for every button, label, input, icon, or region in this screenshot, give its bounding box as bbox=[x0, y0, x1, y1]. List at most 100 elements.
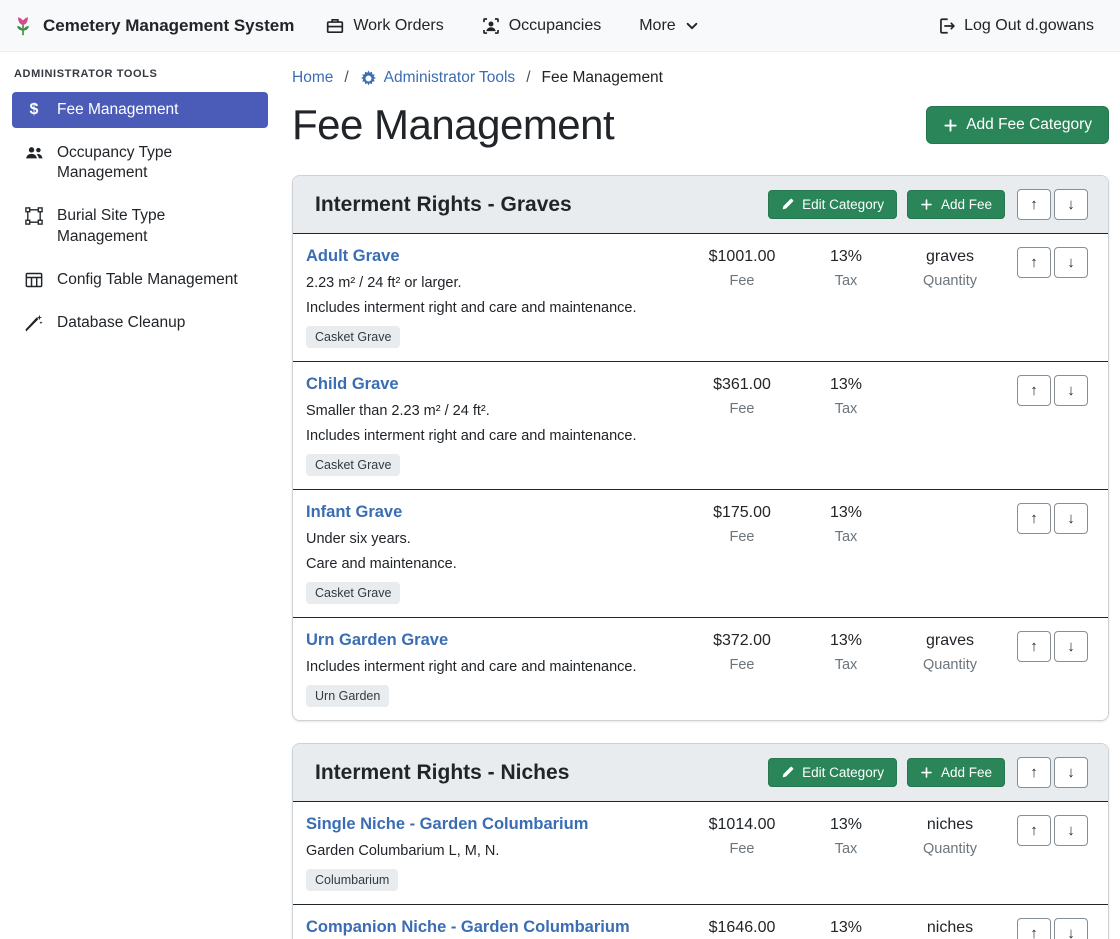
fee-quantity-col: niches Quantity bbox=[898, 916, 1002, 939]
move-category-down-button[interactable]: ↓ bbox=[1054, 189, 1088, 220]
move-fee-down-button[interactable]: ↓ bbox=[1054, 247, 1088, 278]
fee-quantity-col: graves Quantity bbox=[898, 245, 1002, 348]
logout-icon bbox=[937, 17, 955, 35]
wand-icon bbox=[23, 314, 45, 332]
move-fee-down-button[interactable]: ↓ bbox=[1054, 503, 1088, 534]
fee-name-link[interactable]: Child Grave bbox=[306, 375, 399, 394]
fee-description: Care and maintenance. bbox=[306, 556, 682, 572]
move-fee-down-button[interactable]: ↓ bbox=[1054, 918, 1088, 939]
fee-amount: $1001.00 bbox=[690, 248, 794, 266]
fee-reorder-controls: ↑ ↓ bbox=[1002, 245, 1088, 348]
app-title: Cemetery Management System bbox=[43, 16, 294, 36]
move-category-up-button[interactable]: ↑ bbox=[1017, 757, 1051, 788]
fee-row: Infant Grave Under six years. Care and ma… bbox=[293, 489, 1108, 617]
fee-descriptions: Includes interment right and care and ma… bbox=[306, 659, 682, 675]
fee-reorder-controls: ↑ ↓ bbox=[1002, 629, 1088, 707]
move-fee-up-button[interactable]: ↑ bbox=[1017, 631, 1051, 662]
logout-button[interactable]: Log Out d.gowans bbox=[937, 17, 1094, 35]
nav-more-label: More bbox=[639, 17, 675, 35]
fee-row: Single Niche - Garden Columbarium Garden… bbox=[293, 802, 1108, 904]
fee-tag: Columbarium bbox=[306, 869, 398, 891]
fee-name-link[interactable]: Infant Grave bbox=[306, 503, 402, 522]
category-header: Interment Rights - Niches Edit Category … bbox=[293, 744, 1108, 802]
add-fee-category-button[interactable]: Add Fee Category bbox=[926, 106, 1109, 144]
move-fee-up-button[interactable]: ↑ bbox=[1017, 247, 1051, 278]
flower-logo-icon bbox=[12, 15, 34, 37]
breadcrumb: Home / Administrator Tools / Fee Managem… bbox=[292, 69, 1109, 87]
fee-info: Child Grave Smaller than 2.23 m² / 24 ft… bbox=[306, 373, 690, 476]
fee-tax-col: 13% Tax bbox=[794, 373, 898, 476]
fee-tax-col: 13% Tax bbox=[794, 813, 898, 891]
fee-amount: $372.00 bbox=[690, 632, 794, 650]
sidebar-item-fee-management[interactable]: $ Fee Management bbox=[12, 92, 268, 128]
sidebar-item-config-table-management[interactable]: Config Table Management bbox=[12, 262, 268, 298]
app-brand[interactable]: Cemetery Management System bbox=[12, 15, 294, 37]
fee-description: Under six years. bbox=[306, 531, 682, 547]
occupancies-icon bbox=[482, 17, 500, 35]
fee-name-link[interactable]: Companion Niche - Garden Columbarium bbox=[306, 918, 630, 937]
category-title: Interment Rights - Graves bbox=[315, 193, 758, 217]
add-fee-category-label: Add Fee Category bbox=[966, 116, 1092, 134]
move-fee-down-button[interactable]: ↓ bbox=[1054, 815, 1088, 846]
sidebar-item-burial-site-type-management[interactable]: Burial Site Type Management bbox=[12, 198, 268, 254]
nav-work-orders[interactable]: Work Orders bbox=[326, 17, 443, 35]
fee-tag: Urn Garden bbox=[306, 685, 389, 707]
fee-tax-label: Tax bbox=[794, 841, 898, 857]
add-fee-label: Add Fee bbox=[941, 765, 992, 780]
people-icon bbox=[23, 144, 45, 162]
sidebar-item-occupancy-type-management[interactable]: Occupancy Type Management bbox=[12, 135, 268, 191]
fee-amount-label: Fee bbox=[690, 401, 794, 417]
category-reorder-controls: ↑ ↓ bbox=[1017, 757, 1088, 788]
dollar-icon: $ bbox=[23, 101, 45, 119]
sidebar-item-label: Database Cleanup bbox=[57, 313, 185, 333]
add-fee-button[interactable]: Add Fee bbox=[907, 758, 1005, 787]
fee-description: Includes interment right and care and ma… bbox=[306, 300, 682, 316]
move-category-down-button[interactable]: ↓ bbox=[1054, 757, 1088, 788]
sidebar-item-label: Config Table Management bbox=[57, 270, 238, 290]
add-fee-button[interactable]: Add Fee bbox=[907, 190, 1005, 219]
fee-tax: 13% bbox=[794, 919, 898, 937]
sidebar-item-label: Fee Management bbox=[57, 100, 179, 120]
fee-category-card: Interment Rights - Graves Edit Category … bbox=[292, 175, 1109, 721]
fee-name-link[interactable]: Urn Garden Grave bbox=[306, 631, 448, 650]
fee-amount-col: $175.00 Fee bbox=[690, 501, 794, 604]
move-category-up-button[interactable]: ↑ bbox=[1017, 189, 1051, 220]
fee-reorder-controls: ↑ ↓ bbox=[1002, 813, 1088, 891]
category-title: Interment Rights - Niches bbox=[315, 761, 758, 785]
move-fee-down-button[interactable]: ↓ bbox=[1054, 375, 1088, 406]
category-reorder-controls: ↑ ↓ bbox=[1017, 189, 1088, 220]
move-fee-down-button[interactable]: ↓ bbox=[1054, 631, 1088, 662]
move-fee-up-button[interactable]: ↑ bbox=[1017, 503, 1051, 534]
fee-name-link[interactable]: Adult Grave bbox=[306, 247, 400, 266]
vector-square-icon bbox=[23, 207, 45, 225]
move-fee-up-button[interactable]: ↑ bbox=[1017, 375, 1051, 406]
fee-amount-label: Fee bbox=[690, 529, 794, 545]
fee-name-link[interactable]: Single Niche - Garden Columbarium bbox=[306, 815, 588, 834]
admin-tools-sidebar: Administrator Tools $ Fee Management Occ… bbox=[0, 52, 280, 939]
breadcrumb-admin-tools-link[interactable]: Administrator Tools bbox=[360, 69, 516, 87]
edit-category-button[interactable]: Edit Category bbox=[768, 758, 897, 787]
sidebar-item-database-cleanup[interactable]: Database Cleanup bbox=[12, 305, 268, 341]
fee-categories: Interment Rights - Graves Edit Category … bbox=[292, 175, 1109, 939]
top-navbar: Cemetery Management System Work Orders bbox=[0, 0, 1120, 52]
fee-descriptions: Garden Columbarium L, M, N. bbox=[306, 843, 682, 859]
move-fee-up-button[interactable]: ↑ bbox=[1017, 815, 1051, 846]
breadcrumb-home-link[interactable]: Home bbox=[292, 69, 333, 87]
edit-category-button[interactable]: Edit Category bbox=[768, 190, 897, 219]
work-orders-icon bbox=[326, 17, 344, 35]
fee-amount-col: $1014.00 Fee bbox=[690, 813, 794, 891]
fee-amount-col: $1001.00 Fee bbox=[690, 245, 794, 348]
breadcrumb-separator: / bbox=[344, 69, 348, 87]
fee-descriptions: Smaller than 2.23 m² / 24 ft².Includes i… bbox=[306, 403, 682, 444]
fee-info: Urn Garden Grave Includes interment righ… bbox=[306, 629, 690, 707]
breadcrumb-separator: / bbox=[526, 69, 530, 87]
move-fee-up-button[interactable]: ↑ bbox=[1017, 918, 1051, 939]
fee-amount-label: Fee bbox=[690, 657, 794, 673]
fee-list: Adult Grave 2.23 m² / 24 ft² or larger. I… bbox=[293, 234, 1108, 720]
fee-quantity-col: graves Quantity bbox=[898, 629, 1002, 707]
fee-quantity-label: Quantity bbox=[898, 657, 1002, 673]
nav-occupancies[interactable]: Occupancies bbox=[482, 17, 602, 35]
nav-more[interactable]: More bbox=[639, 17, 698, 35]
fee-tax-label: Tax bbox=[794, 529, 898, 545]
fee-description: 2.23 m² / 24 ft² or larger. bbox=[306, 275, 682, 291]
